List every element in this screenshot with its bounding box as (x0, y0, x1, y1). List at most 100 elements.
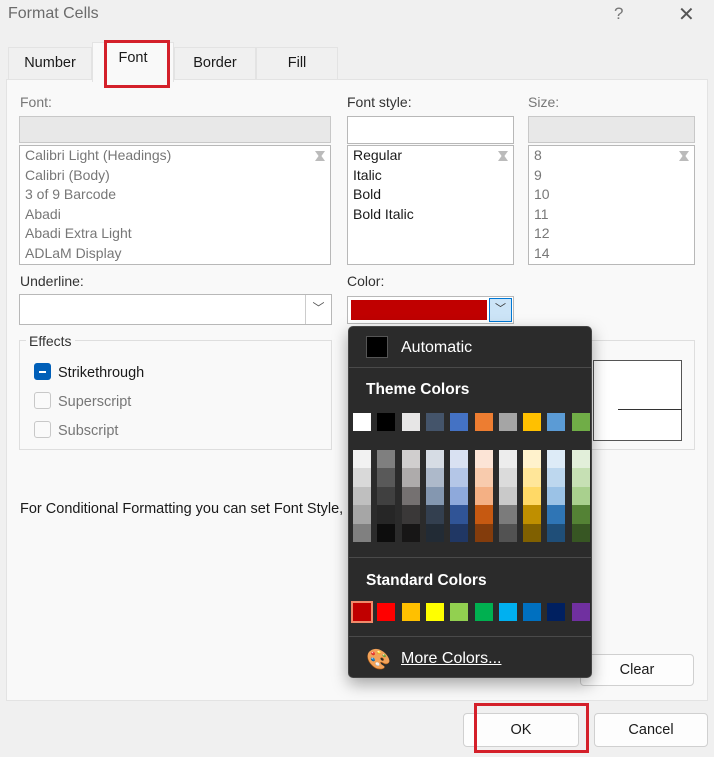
theme-shade-swatch[interactable] (450, 486, 469, 506)
theme-shade-swatch[interactable] (523, 468, 542, 487)
standard-color-swatch[interactable] (351, 601, 373, 623)
scrollbar[interactable] (674, 146, 694, 166)
theme-shade-swatch[interactable] (353, 486, 371, 506)
theme-color-swatch[interactable] (401, 413, 420, 431)
list-item[interactable]: Bold Italic (348, 205, 513, 225)
scroll-down-icon[interactable] (498, 150, 508, 158)
theme-shade-swatch[interactable] (353, 450, 371, 469)
chevron-down-icon[interactable]: ﹀ (489, 298, 512, 322)
theme-shade-swatch[interactable] (523, 523, 542, 542)
theme-shade-swatch[interactable] (377, 523, 396, 542)
theme-shade-swatch[interactable] (571, 468, 590, 487)
standard-color-swatch[interactable] (571, 603, 590, 621)
automatic-option[interactable]: Automatic (401, 339, 472, 357)
theme-shade-swatch[interactable] (523, 450, 542, 469)
strikethrough-checkbox[interactable] (34, 363, 51, 380)
standard-color-swatch[interactable] (401, 603, 420, 621)
theme-shade-swatch[interactable] (547, 486, 566, 506)
list-item[interactable]: 14 (529, 244, 694, 264)
theme-shade-swatch[interactable] (401, 450, 420, 469)
subscript-checkbox[interactable] (34, 421, 51, 438)
standard-color-swatch[interactable] (425, 603, 444, 621)
theme-shade-swatch[interactable] (450, 505, 469, 524)
standard-color-swatch[interactable] (523, 603, 542, 621)
list-item[interactable]: Italic (348, 166, 513, 186)
standard-color-swatch[interactable] (377, 603, 396, 621)
standard-color-swatch[interactable] (450, 603, 469, 621)
list-item[interactable]: 12 (529, 224, 694, 244)
tab-fill[interactable]: Fill (256, 47, 338, 80)
underline-dropdown[interactable]: ﹀ (19, 294, 332, 325)
theme-shade-swatch[interactable] (498, 523, 517, 542)
theme-color-swatch[interactable] (547, 413, 566, 431)
theme-shade-swatch[interactable] (547, 505, 566, 524)
size-input[interactable] (528, 116, 695, 143)
tab-border[interactable]: Border (174, 47, 256, 80)
theme-shade-swatch[interactable] (498, 450, 517, 469)
list-item[interactable]: Calibri (Body) (20, 166, 330, 186)
size-list[interactable]: 8 9 10 11 12 14 (528, 145, 695, 265)
theme-color-swatch[interactable] (425, 413, 444, 431)
list-item[interactable]: ADLaM Display (20, 244, 330, 264)
clear-button[interactable]: Clear (580, 654, 694, 686)
theme-shade-swatch[interactable] (547, 468, 566, 487)
theme-shade-swatch[interactable] (547, 523, 566, 542)
list-item[interactable]: Abadi (20, 205, 330, 225)
theme-shade-swatch[interactable] (571, 505, 590, 524)
font-style-input[interactable] (347, 116, 514, 144)
help-button[interactable]: ? (614, 4, 623, 24)
standard-color-swatch[interactable] (547, 603, 566, 621)
theme-shade-swatch[interactable] (571, 523, 590, 542)
theme-shade-swatch[interactable] (401, 523, 420, 542)
list-item[interactable]: Regular (348, 146, 513, 166)
list-item[interactable]: 10 (529, 185, 694, 205)
theme-shade-swatch[interactable] (377, 505, 396, 524)
theme-shade-swatch[interactable] (498, 505, 517, 524)
scrollbar[interactable] (310, 146, 330, 166)
list-item[interactable]: Calibri Light (Headings) (20, 146, 330, 166)
theme-shade-swatch[interactable] (498, 468, 517, 487)
theme-shade-swatch[interactable] (353, 468, 371, 487)
theme-shade-swatch[interactable] (450, 523, 469, 542)
standard-color-swatch[interactable] (498, 603, 517, 621)
theme-shade-swatch[interactable] (425, 468, 444, 487)
theme-shade-swatch[interactable] (425, 523, 444, 542)
theme-color-swatch[interactable] (474, 413, 493, 431)
chevron-down-icon[interactable]: ﹀ (305, 295, 331, 324)
theme-shade-swatch[interactable] (353, 505, 371, 524)
theme-shade-swatch[interactable] (401, 468, 420, 487)
standard-color-swatch[interactable] (474, 603, 493, 621)
theme-shade-swatch[interactable] (474, 450, 493, 469)
theme-shade-swatch[interactable] (401, 486, 420, 506)
theme-color-swatch[interactable] (353, 413, 371, 431)
theme-shade-swatch[interactable] (474, 468, 493, 487)
font-list[interactable]: Calibri Light (Headings) Calibri (Body) … (19, 145, 331, 265)
cancel-button[interactable]: Cancel (594, 713, 708, 747)
list-item[interactable]: 8 (529, 146, 694, 166)
theme-shade-swatch[interactable] (571, 486, 590, 506)
list-item[interactable]: Abadi Extra Light (20, 224, 330, 244)
font-input[interactable] (19, 116, 331, 143)
tab-number[interactable]: Number (8, 47, 92, 80)
theme-color-swatch[interactable] (450, 413, 469, 431)
theme-shade-swatch[interactable] (377, 486, 396, 506)
list-item[interactable]: 9 (529, 166, 694, 186)
list-item[interactable]: Bold (348, 185, 513, 205)
theme-shade-swatch[interactable] (474, 505, 493, 524)
theme-shade-swatch[interactable] (547, 450, 566, 469)
theme-shade-swatch[interactable] (353, 523, 371, 542)
scrollbar[interactable] (493, 146, 513, 166)
list-item[interactable]: 3 of 9 Barcode (20, 185, 330, 205)
theme-color-swatch[interactable] (377, 413, 396, 431)
color-dropdown[interactable]: ﹀ (347, 296, 514, 324)
theme-shade-swatch[interactable] (425, 450, 444, 469)
list-item[interactable]: 11 (529, 205, 694, 225)
superscript-checkbox[interactable] (34, 392, 51, 409)
scroll-down-icon[interactable] (679, 150, 689, 158)
theme-shade-swatch[interactable] (474, 523, 493, 542)
close-button[interactable]: ✕ (678, 2, 695, 27)
theme-shade-swatch[interactable] (401, 505, 420, 524)
theme-shade-swatch[interactable] (474, 486, 493, 506)
theme-shade-swatch[interactable] (571, 450, 590, 469)
theme-color-swatch[interactable] (571, 413, 590, 431)
